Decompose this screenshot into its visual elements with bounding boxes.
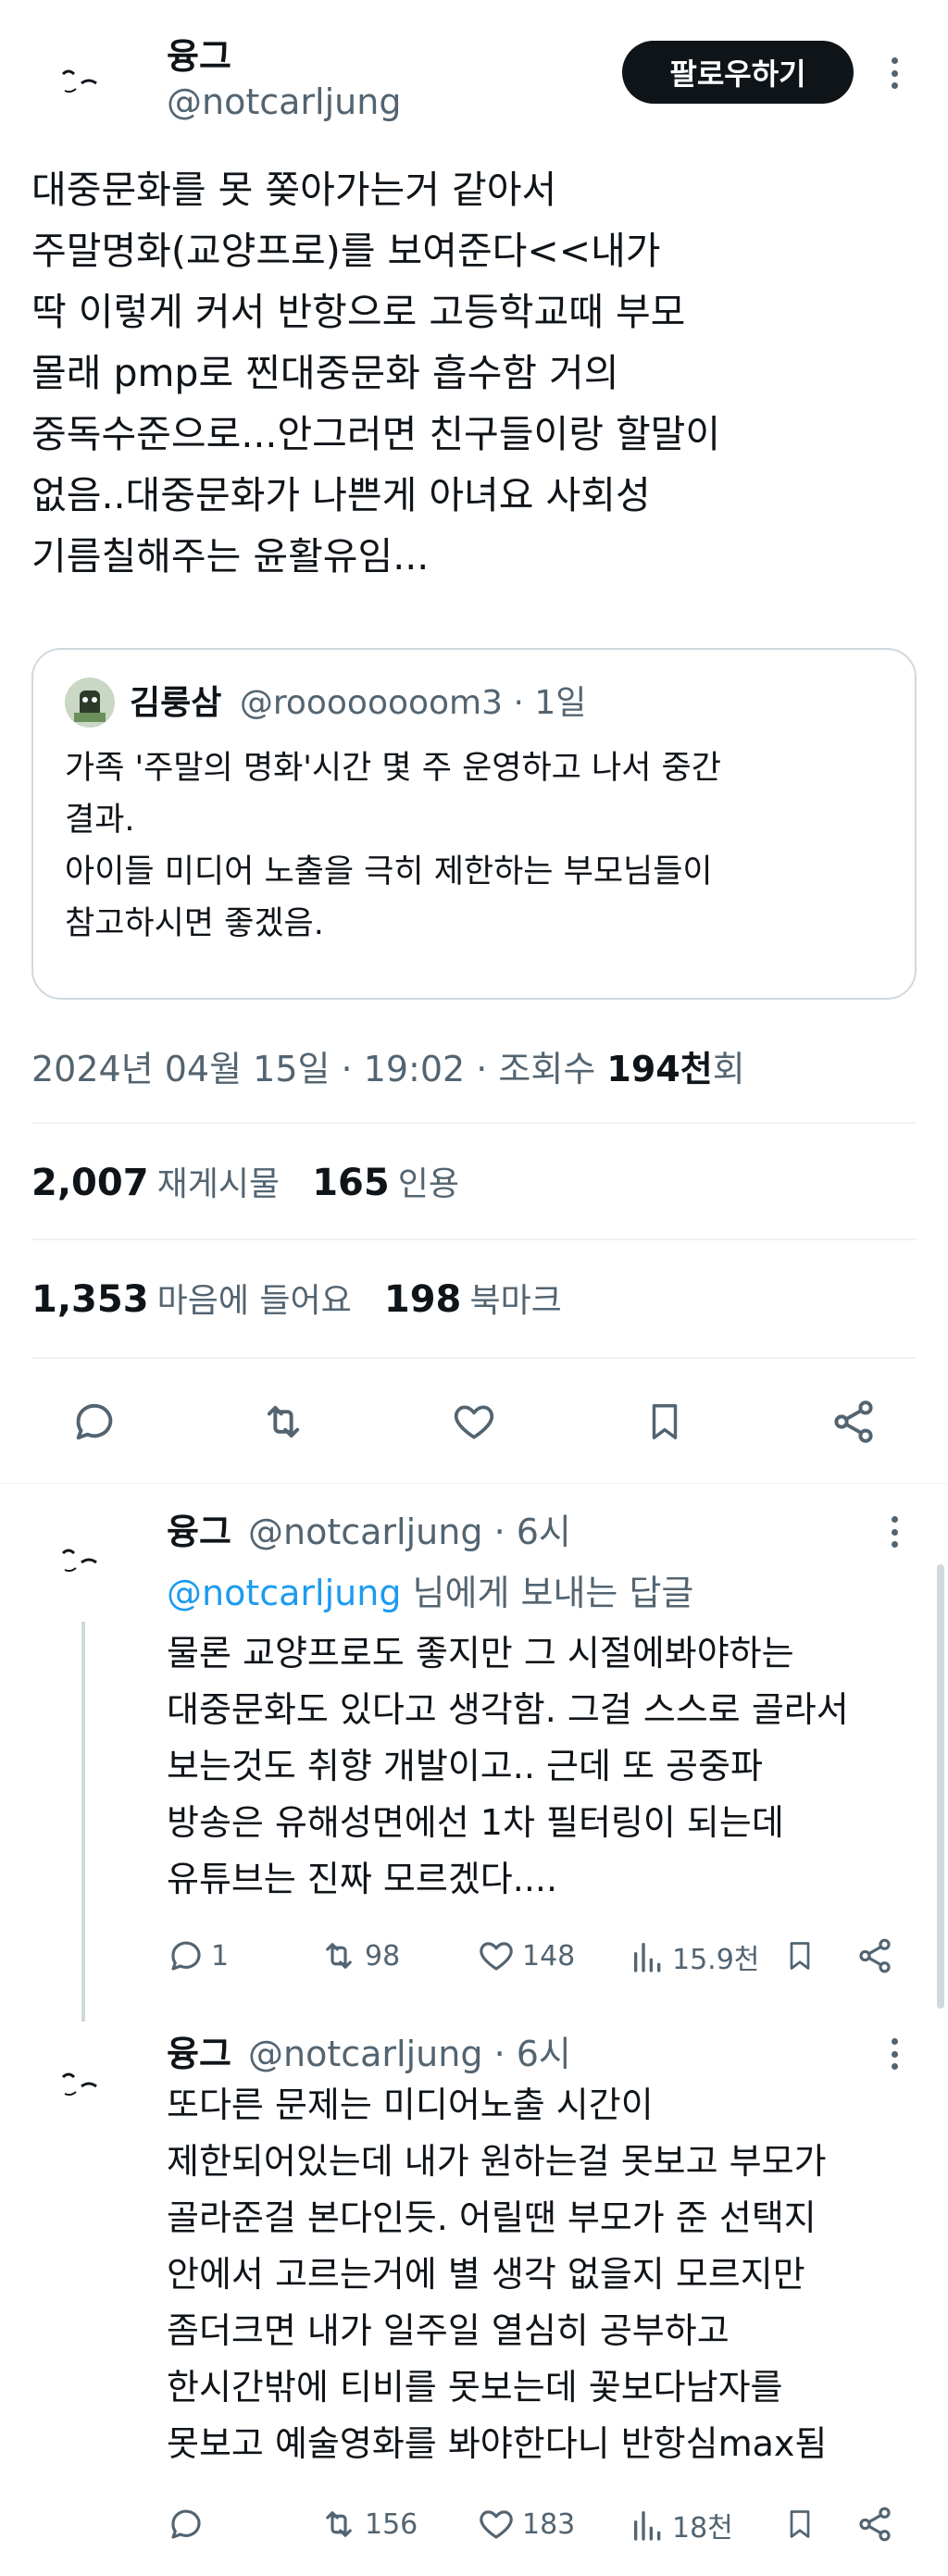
like-count[interactable]: 1,353: [31, 1278, 149, 1321]
reply-avatar[interactable]: [48, 1527, 115, 1594]
reply-text: 물론 교양프로도 좋지만 그 시절에봐야하는 대중문화도 있다고 생각함. 그걸…: [167, 1633, 849, 1899]
tweet-meta: 2024년 04월 15일 · 19:02 · 조회수 194천회: [31, 1040, 745, 1091]
reply-author-name[interactable]: 융그: [167, 2034, 231, 2074]
view-count[interactable]: 194천: [606, 1049, 712, 1089]
reply-icon: [76, 1403, 113, 1440]
more-options-icon[interactable]: [891, 2038, 898, 2070]
view-count: 15.9천: [672, 1944, 760, 1976]
share-button[interactable]: [855, 1936, 894, 1975]
bookmark-button[interactable]: [631, 1388, 698, 1455]
bookmark-button[interactable]: [783, 2505, 817, 2544]
bookmark-icon: [790, 2510, 810, 2538]
like-label[interactable]: 마음에 들어요: [157, 1282, 352, 1320]
share-button[interactable]: [820, 1388, 887, 1455]
reply-actions: 156 183 18천: [167, 2499, 907, 2551]
quote-avatar-icon: [65, 678, 115, 728]
retweet-label[interactable]: 재게시물: [157, 1165, 280, 1203]
quote-time[interactable]: · 1일: [513, 684, 586, 722]
follow-button[interactable]: 팔로우하기: [622, 41, 854, 104]
quote-avatar[interactable]: [65, 678, 115, 728]
reply-icon: [171, 2509, 201, 2539]
retweet-count: 98: [365, 1939, 401, 1972]
author-name[interactable]: 융그: [167, 28, 231, 79]
more-options-icon[interactable]: [891, 57, 898, 89]
retweet-icon: [326, 2511, 352, 2537]
avatar-squiggle-icon: [61, 2072, 97, 2097]
tweet-text: 대중문화를 못 쫒아가는거 같아서 주말명화(교양프로)를 보여준다<<내가 딱…: [31, 168, 721, 579]
like-button[interactable]: 148: [476, 1936, 575, 1975]
retweet-count[interactable]: 2,007: [31, 1162, 149, 1204]
quote-author-name[interactable]: 김룽삼: [130, 684, 221, 722]
reply-text: 또다른 문제는 미디어노출 시간이 제한되어있는데 내가 원하는걸 못보고 부모…: [167, 2084, 828, 2464]
bookmark-count[interactable]: 198: [384, 1278, 462, 1321]
author-avatar[interactable]: [48, 48, 115, 115]
divider: [31, 1238, 917, 1240]
reply-author-name[interactable]: 융그: [167, 1512, 231, 1552]
retweet-icon: [326, 1943, 352, 1969]
bookmark-icon: [790, 1942, 810, 1970]
divider: [31, 1122, 917, 1124]
avatar-squiggle-icon: [61, 69, 97, 93]
like-count: 183: [522, 2508, 576, 2541]
like-button[interactable]: [441, 1388, 507, 1455]
share-icon: [859, 1938, 891, 1973]
more-options-icon[interactable]: [891, 1516, 898, 1548]
views-button[interactable]: 18천: [630, 2505, 733, 2545]
reply-actions: 1 98 148 15.9천: [167, 1931, 907, 1983]
reply-button[interactable]: [61, 1388, 128, 1455]
tweet-date: 2024년 04월 15일 · 19:02 · 조회수: [31, 1049, 596, 1089]
retweet-button[interactable]: 98: [318, 1936, 400, 1975]
retweet-icon: [267, 1405, 300, 1438]
quoted-tweet-card[interactable]: 김룽삼 @roooooooom3 · 1일 가족 '주말의 명화'시간 몇 주 …: [31, 648, 917, 1000]
like-count: 148: [522, 1939, 576, 1972]
divider: [0, 1483, 948, 1484]
bookmark-button[interactable]: [783, 1936, 817, 1975]
quote-author-handle[interactable]: @roooooooom3: [240, 684, 503, 722]
reply-time[interactable]: · 6시: [494, 2034, 571, 2074]
reply-author-handle[interactable]: @notcarljung: [248, 1512, 482, 1552]
replying-to-link[interactable]: @notcarljung: [167, 1573, 401, 1613]
views-icon: [634, 1943, 661, 1972]
replying-to-text: 님에게 보내는 답글: [401, 1573, 694, 1613]
quote-text: 가족 '주말의 명화'시간 몇 주 운영하고 나서 중간 결과. 아이들 미디어…: [65, 750, 721, 942]
reply-avatar[interactable]: [48, 2051, 115, 2118]
reply-time[interactable]: · 6시: [494, 1512, 571, 1552]
divider: [31, 1357, 917, 1359]
like-button[interactable]: 183: [476, 2505, 575, 2544]
author-handle[interactable]: @notcarljung: [167, 81, 401, 122]
reply-count: 1: [211, 1939, 230, 1972]
share-icon: [859, 2507, 891, 2542]
bookmark-label[interactable]: 북마크: [469, 1282, 561, 1320]
retweet-button[interactable]: [250, 1388, 317, 1455]
reply-button[interactable]: 1: [167, 1936, 229, 1975]
thread-connector-line: [81, 1622, 85, 2022]
retweet-button[interactable]: 156: [318, 2505, 418, 2544]
bookmark-icon: [652, 1404, 678, 1439]
share-icon: [834, 1400, 873, 1443]
views-icon: [634, 2511, 661, 2541]
heart-icon: [454, 1405, 494, 1439]
reply-icon: [171, 1941, 201, 1971]
views-button[interactable]: 15.9천: [630, 1936, 759, 1977]
share-button[interactable]: [855, 2505, 894, 2544]
view-count-suffix: 회: [712, 1049, 745, 1089]
quote-count[interactable]: 165: [312, 1162, 390, 1204]
quote-label[interactable]: 인용: [398, 1165, 459, 1203]
retweet-count: 156: [365, 2508, 418, 2541]
scrollbar[interactable]: [937, 1564, 944, 2009]
avatar-squiggle-icon: [61, 1549, 97, 1573]
reply-button[interactable]: [167, 2505, 211, 2544]
heart-icon: [480, 2510, 513, 2539]
reply-author-handle[interactable]: @notcarljung: [248, 2034, 482, 2074]
heart-icon: [480, 1942, 513, 1971]
view-count: 18천: [672, 2512, 733, 2545]
